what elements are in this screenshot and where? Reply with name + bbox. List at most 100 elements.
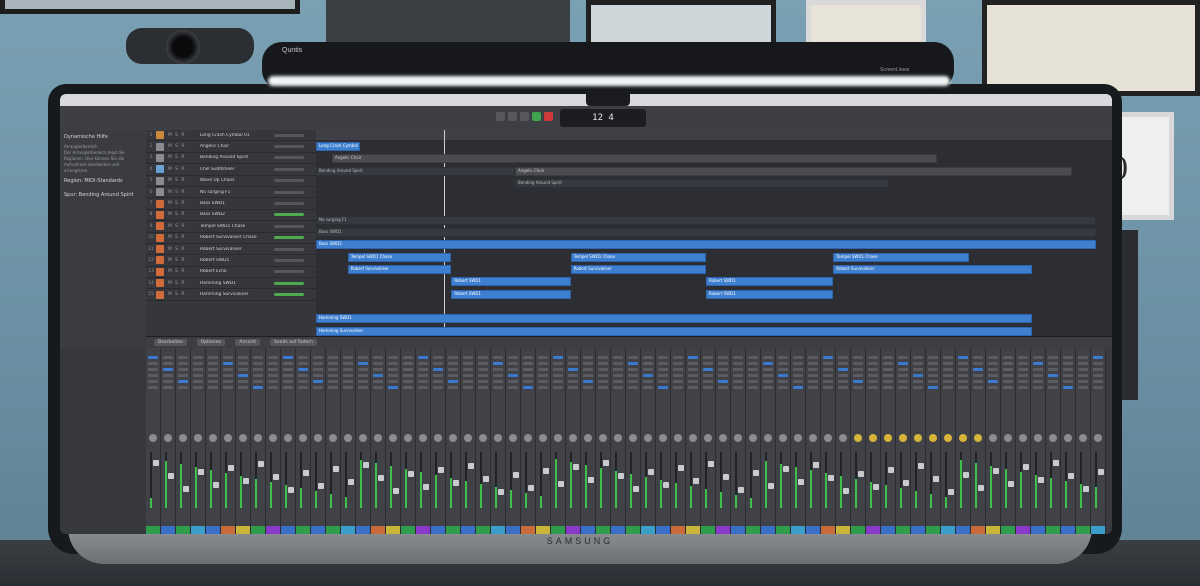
plugin-slot[interactable] bbox=[388, 374, 398, 377]
plugin-slot[interactable] bbox=[1048, 362, 1058, 365]
plugin-slot[interactable] bbox=[958, 356, 968, 359]
plugin-slot[interactable] bbox=[478, 386, 488, 389]
plugin-slot[interactable] bbox=[523, 386, 533, 389]
volume-fader[interactable] bbox=[963, 472, 969, 478]
plugin-slot[interactable] bbox=[913, 368, 923, 371]
plugin-slot[interactable] bbox=[958, 386, 968, 389]
volume-fader[interactable] bbox=[273, 474, 279, 480]
region[interactable]: Tempel SWD1 Chase bbox=[347, 252, 452, 262]
plugin-slot[interactable] bbox=[463, 356, 473, 359]
plugin-slot[interactable] bbox=[253, 386, 263, 389]
pan-knob[interactable] bbox=[719, 434, 727, 442]
plugin-slot[interactable] bbox=[403, 374, 413, 377]
volume-fader[interactable] bbox=[318, 483, 324, 489]
region[interactable]: Robert SWD1 bbox=[706, 277, 834, 287]
plugin-slot[interactable] bbox=[673, 368, 683, 371]
plugin-slot[interactable] bbox=[328, 368, 338, 371]
plugin-slot[interactable] bbox=[493, 362, 503, 365]
pan-knob[interactable] bbox=[374, 434, 382, 442]
plugin-slot[interactable] bbox=[253, 380, 263, 383]
plugin-slot[interactable] bbox=[928, 362, 938, 365]
volume-fader[interactable] bbox=[633, 486, 639, 492]
plugin-slot[interactable] bbox=[373, 380, 383, 383]
plugin-slot[interactable] bbox=[733, 386, 743, 389]
plugin-slot[interactable] bbox=[868, 380, 878, 383]
plugin-slot[interactable] bbox=[328, 386, 338, 389]
channel-strip[interactable] bbox=[176, 348, 191, 534]
channel-strip[interactable] bbox=[686, 348, 701, 534]
region[interactable]: Bending Around Spirit bbox=[515, 178, 890, 188]
plugin-slot[interactable] bbox=[553, 386, 563, 389]
plugin-slot[interactable] bbox=[298, 380, 308, 383]
volume-fader[interactable] bbox=[1083, 486, 1089, 492]
channel-strip[interactable] bbox=[776, 348, 791, 534]
plugin-slot[interactable] bbox=[898, 380, 908, 383]
channel-strip[interactable] bbox=[386, 348, 401, 534]
rewind-button[interactable] bbox=[496, 112, 505, 121]
pan-knob[interactable] bbox=[599, 434, 607, 442]
plugin-slot[interactable] bbox=[958, 374, 968, 377]
pan-knob[interactable] bbox=[1094, 434, 1102, 442]
plugin-slot[interactable] bbox=[928, 374, 938, 377]
plugin-slot[interactable] bbox=[733, 362, 743, 365]
track-volume-fader[interactable] bbox=[274, 224, 304, 228]
plugin-slot[interactable] bbox=[613, 380, 623, 383]
plugin-slot[interactable] bbox=[658, 356, 668, 359]
plugin-slot[interactable] bbox=[538, 380, 548, 383]
plugin-slot[interactable] bbox=[568, 362, 578, 365]
plugin-slot[interactable] bbox=[328, 380, 338, 383]
plugin-slot[interactable] bbox=[253, 368, 263, 371]
plugin-slot[interactable] bbox=[178, 386, 188, 389]
plugin-slot[interactable] bbox=[268, 374, 278, 377]
mute-solo-record-buttons[interactable]: M S R bbox=[168, 269, 200, 274]
plugin-slot[interactable] bbox=[433, 356, 443, 359]
plugin-slot[interactable] bbox=[508, 356, 518, 359]
volume-fader[interactable] bbox=[438, 467, 444, 473]
plugin-slot[interactable] bbox=[838, 368, 848, 371]
plugin-slot[interactable] bbox=[1003, 374, 1013, 377]
plugin-slot[interactable] bbox=[628, 362, 638, 365]
plugin-slot[interactable] bbox=[808, 362, 818, 365]
region[interactable]: Robert Survivaliser bbox=[347, 265, 452, 274]
region[interactable]: Angelic Choir bbox=[515, 166, 1073, 176]
plugin-slot[interactable] bbox=[148, 368, 158, 371]
plugin-slot[interactable] bbox=[643, 386, 653, 389]
plugin-slot[interactable] bbox=[928, 380, 938, 383]
plugin-slot[interactable] bbox=[433, 386, 443, 389]
plugin-slot[interactable] bbox=[223, 374, 233, 377]
plugin-slot[interactable] bbox=[163, 380, 173, 383]
plugin-slot[interactable] bbox=[538, 386, 548, 389]
volume-fader[interactable] bbox=[723, 474, 729, 480]
plugin-slot[interactable] bbox=[1093, 380, 1103, 383]
plugin-slot[interactable] bbox=[943, 356, 953, 359]
channel-strip[interactable] bbox=[146, 348, 161, 534]
volume-fader[interactable] bbox=[1098, 469, 1104, 475]
plugin-slot[interactable] bbox=[1003, 362, 1013, 365]
pan-knob[interactable] bbox=[464, 434, 472, 442]
volume-fader[interactable] bbox=[513, 472, 519, 478]
track-volume-fader[interactable] bbox=[274, 281, 304, 285]
plugin-slot[interactable] bbox=[523, 380, 533, 383]
plugin-slot[interactable] bbox=[148, 362, 158, 365]
plugin-slot[interactable] bbox=[973, 356, 983, 359]
plugin-slot[interactable] bbox=[1003, 356, 1013, 359]
plugin-slot[interactable] bbox=[958, 368, 968, 371]
mute-solo-record-buttons[interactable]: M S R bbox=[168, 258, 200, 263]
plugin-slot[interactable] bbox=[373, 362, 383, 365]
plugin-slot[interactable] bbox=[478, 362, 488, 365]
plugin-slot[interactable] bbox=[673, 362, 683, 365]
plugin-slot[interactable] bbox=[748, 362, 758, 365]
plugin-slot[interactable] bbox=[463, 386, 473, 389]
plugin-slot[interactable] bbox=[493, 386, 503, 389]
pan-knob[interactable] bbox=[449, 434, 457, 442]
plugin-slot[interactable] bbox=[583, 374, 593, 377]
plugin-slot[interactable] bbox=[643, 368, 653, 371]
region[interactable]: Robert Survivaliser bbox=[570, 265, 707, 274]
pan-knob[interactable] bbox=[164, 434, 172, 442]
plugin-slot[interactable] bbox=[913, 356, 923, 359]
plugin-slot[interactable] bbox=[358, 380, 368, 383]
pan-knob[interactable] bbox=[359, 434, 367, 442]
plugin-slot[interactable] bbox=[823, 368, 833, 371]
plugin-slot[interactable] bbox=[943, 374, 953, 377]
pan-knob[interactable] bbox=[1064, 434, 1072, 442]
